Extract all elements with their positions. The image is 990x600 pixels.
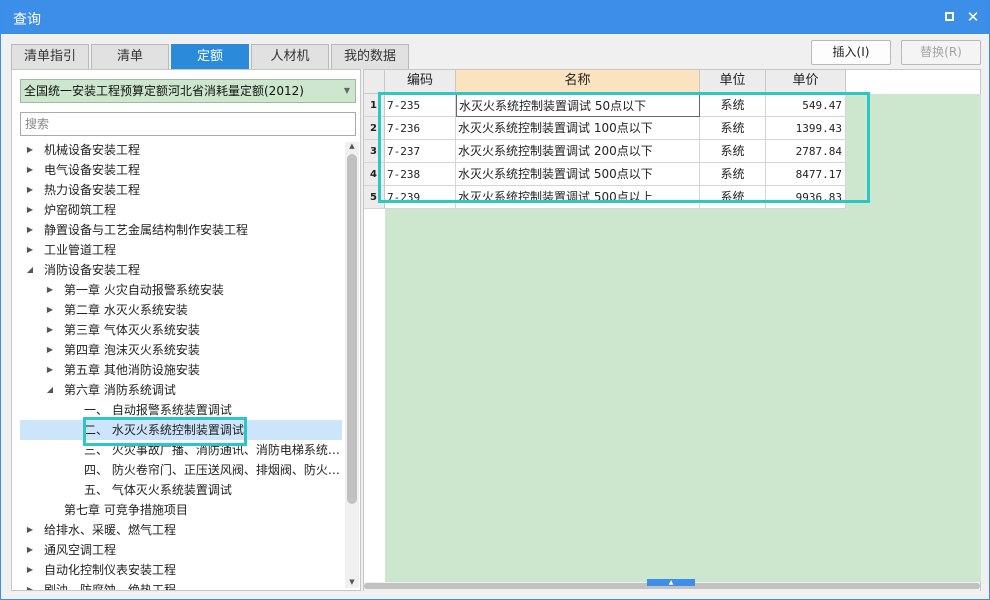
tree-item-label: 四、 防火卷帘门、正压送风阀、排烟阀、防火… [84,463,340,477]
tree-item[interactable]: ▶ 第二章 水灭火系统安装 [44,300,332,320]
expand-arrow-icon[interactable]: ▶ [44,360,56,380]
replace-button[interactable]: 替换(R) [901,40,981,65]
selection-highlight-box [83,417,247,446]
chevron-down-icon[interactable]: ▼ [344,80,350,102]
tree-item[interactable]: ◢ 第六章 消防系统调试 [44,380,332,400]
expand-arrow-icon[interactable]: ▶ [24,540,36,560]
tab-bill[interactable]: 清单 [91,44,169,69]
header-name[interactable]: 名称 [456,70,700,94]
tree-item-label: 第一章 火灾自动报警系统安装 [64,283,224,297]
tree-item[interactable]: ▶ 炉窑砌筑工程 [24,200,332,220]
window-title: 查询 [13,12,41,28]
tree-scrollbar[interactable]: ▲ ▼ [345,142,359,588]
tree-item[interactable]: ▶ 第四章 泡沫灭火系统安装 [44,340,332,360]
tree-item[interactable]: ▶ 刷油、防腐蚀、绝热工程 [24,580,332,590]
tree-item[interactable]: ▶ 自动化控制仪表安装工程 [24,560,332,580]
insert-button[interactable]: 插入(I) [811,40,891,65]
tree-item[interactable]: ▶ 第一章 火灾自动报警系统安装 [44,280,332,300]
tree-item-label: 第五章 其他消防设施安装 [64,363,200,377]
tree-item-label: 机械设备安装工程 [44,143,141,157]
expand-arrow-icon[interactable]: ▶ [24,180,36,200]
expand-arrow-icon[interactable]: ▶ [44,320,56,340]
tree-item-label: 第四章 泡沫灭火系统安装 [64,343,200,357]
tree-item-label: 刷油、防腐蚀、绝热工程 [44,583,177,590]
tree-item-label: 工业管道工程 [44,243,117,257]
tree-item-label: 消防设备安装工程 [44,263,141,277]
scroll-up-icon[interactable]: ▲ [345,142,359,152]
expand-arrow-icon[interactable]: ▶ [24,560,36,580]
tab-quota[interactable]: 定额 [171,44,249,69]
expand-arrow-icon[interactable]: ▶ [24,580,36,590]
grid-corner [364,70,385,94]
tree-item-label: 炉窑砌筑工程 [44,203,117,217]
expand-arrow-icon[interactable]: ▶ [44,280,56,300]
tree-item-label: 第二章 水灭火系统安装 [64,303,188,317]
expand-arrow-icon[interactable]: ▶ [44,300,56,320]
tree-item-label: 电气设备安装工程 [44,163,141,177]
scrollbar-thumb[interactable] [347,154,357,504]
tree-item[interactable]: 第七章 可竞争措施项目 [44,500,332,520]
close-icon[interactable]: ✕ [965,9,981,25]
header-code[interactable]: 编码 [385,70,456,94]
quota-library-select[interactable]: 全国统一安装工程预算定额河北省消耗量定额(2012) ▼ [20,79,356,103]
header-price[interactable]: 单价 [766,70,846,94]
collapse-arrow-icon[interactable]: ◢ [44,380,56,400]
expand-arrow-icon[interactable]: ▶ [44,340,56,360]
tree-item-label: 五、 气体灭火系统装置调试 [84,483,232,497]
quota-grid: 编码 名称 单位 单价 1 7-235 水灭火系统控制装置调试 50点以下 系统 549… [363,69,981,591]
tree-item[interactable]: ▶ 静置设备与工艺金属结构制作安装工程 [24,220,332,240]
tree-item[interactable]: ▶ 工业管道工程 [24,240,332,260]
quota-tree: ▶ 机械设备安装工程 ▶ 电气设备安装工程 ▶ 热力设备安装工程 ▶ 炉窑砌筑工程 ▶ 静置设备与… [12,140,344,590]
scroll-down-icon[interactable]: ▼ [345,578,359,588]
tree-item-label: 热力设备安装工程 [44,183,141,197]
tree-item-label: 通风空调工程 [44,543,117,557]
restore-icon[interactable] [941,9,957,25]
query-window: 查询 ✕ 清单指引 清单 定额 人材机 我的数据 插入(I) 替换(R) 全国统… [0,0,990,600]
tree-item[interactable]: ▶ 给排水、采暖、燃气工程 [24,520,332,540]
rows-highlight-box [378,92,870,203]
tree-item[interactable]: 四、 防火卷帘门、正压送风阀、排烟阀、防火… [64,460,340,480]
expand-arrow-icon[interactable]: ▶ [24,160,36,180]
tree-item-label: 第三章 气体灭火系统安装 [64,323,200,337]
tree-item[interactable]: ▶ 第五章 其他消防设施安装 [44,360,332,380]
tree-item[interactable]: ▶ 电气设备安装工程 [24,160,332,180]
tree-item-label: 第七章 可竞争措施项目 [64,503,188,517]
tree-item[interactable]: ▶ 通风空调工程 [24,540,332,560]
quota-tree-panel: 全国统一安装工程预算定额河北省消耗量定额(2012) ▼ ▶ 机械设备安装工程 ▶ 电… [11,69,361,591]
tree-item-label: 静置设备与工艺金属结构制作安装工程 [44,223,249,237]
expand-arrow-icon[interactable]: ▶ [24,240,36,260]
tree-item[interactable]: ▶ 第三章 气体灭火系统安装 [44,320,332,340]
title-bar[interactable]: 查询 ✕ [1,1,989,34]
quota-library-value: 全国统一安装工程预算定额河北省消耗量定额(2012) [24,84,304,98]
search-input[interactable] [20,112,356,136]
tab-labor-material-machine[interactable]: 人材机 [251,44,329,69]
expand-arrow-icon[interactable]: ▶ [24,200,36,220]
expand-arrow-icon[interactable]: ▶ [24,520,36,540]
tree-item-label: 第六章 消防系统调试 [64,383,176,397]
expand-arrow-icon[interactable]: ▶ [24,140,36,160]
header-unit[interactable]: 单位 [700,70,766,94]
tree-item-label: 给排水、采暖、燃气工程 [44,523,177,537]
tree-item[interactable]: ▶ 热力设备安装工程 [24,180,332,200]
collapse-arrow-icon[interactable]: ◢ [24,260,36,280]
tab-bill-guide[interactable]: 清单指引 [11,44,89,69]
collapse-handle-icon[interactable]: ▲ [647,579,695,586]
tab-my-data[interactable]: 我的数据 [331,44,409,69]
tree-item[interactable]: ▶ 机械设备安装工程 [24,140,332,160]
tree-item-label: 自动化控制仪表安装工程 [44,563,177,577]
expand-arrow-icon[interactable]: ▶ [24,220,36,240]
tree-item[interactable]: 五、 气体灭火系统装置调试 [64,480,332,500]
tree-item[interactable]: ◢ 消防设备安装工程 [24,260,332,280]
